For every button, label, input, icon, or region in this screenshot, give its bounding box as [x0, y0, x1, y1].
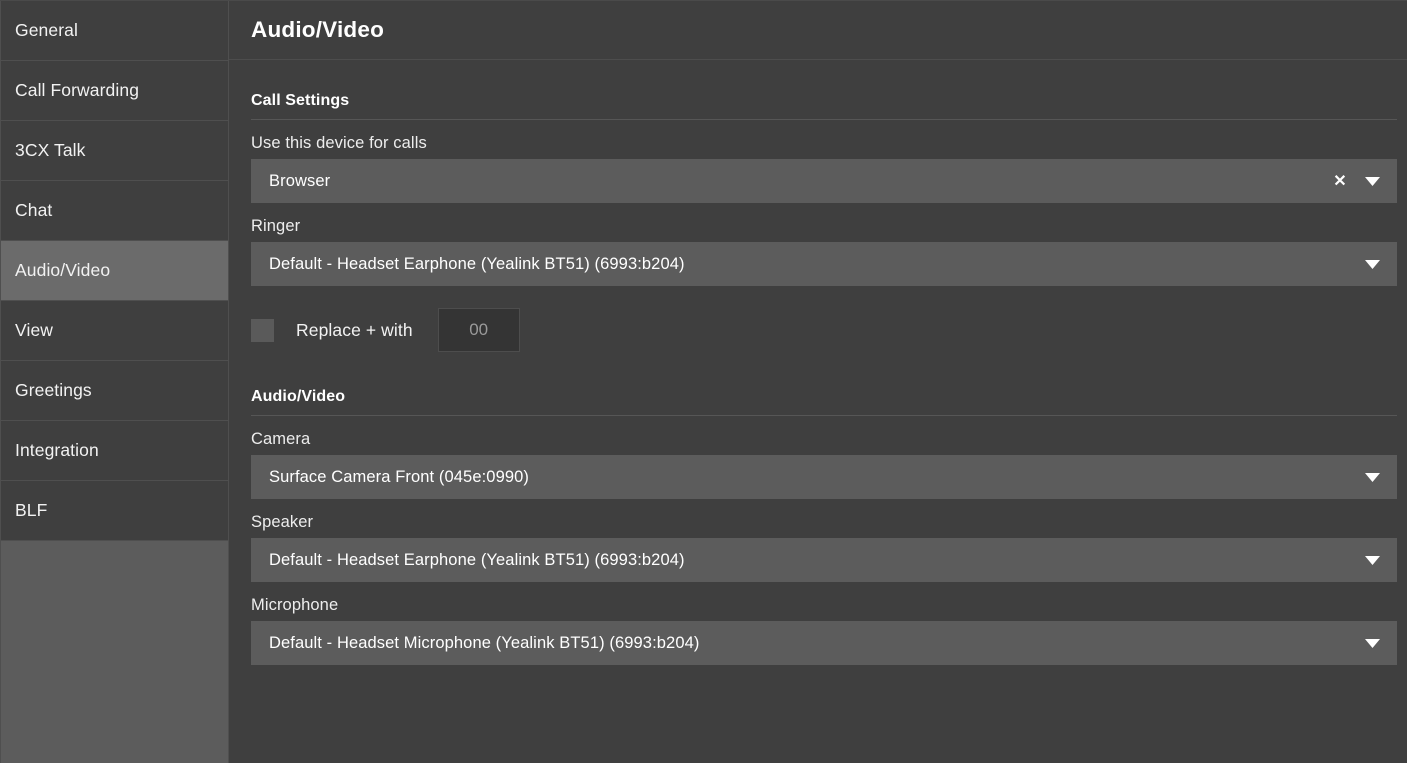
device-for-calls-select[interactable]: Browser ✕ [251, 159, 1397, 203]
sidebar-item-chat[interactable]: Chat [0, 181, 228, 241]
camera-value: Surface Camera Front (045e:0990) [269, 467, 529, 486]
sidebar-item-view[interactable]: View [0, 301, 228, 361]
device-for-calls-value: Browser [269, 171, 331, 190]
sidebar-item-label: Call Forwarding [15, 80, 140, 100]
camera-select[interactable]: Surface Camera Front (045e:0990) [251, 455, 1397, 499]
field-ringer: Ringer Default - Headset Earphone (Yeali… [251, 203, 1397, 286]
sidebar-item-label: General [15, 20, 78, 40]
close-x-icon[interactable]: ✕ [1327, 159, 1353, 203]
chevron-down-icon[interactable] [1359, 159, 1385, 203]
sidebar-empty-area [0, 541, 228, 763]
sidebar-item-audio-video[interactable]: Audio/Video [0, 241, 228, 301]
replace-plus-checkbox[interactable] [251, 318, 274, 342]
sidebar-item-call-forwarding[interactable]: Call Forwarding [0, 61, 228, 121]
sidebar-item-label: 3CX Talk [15, 140, 86, 160]
field-label: Camera [251, 430, 311, 448]
speaker-value: Default - Headset Earphone (Yealink BT51… [269, 550, 685, 569]
field-speaker: Speaker Default - Headset Earphone (Yeal… [251, 499, 1397, 582]
section-heading-call-settings: Call Settings [251, 60, 1397, 120]
section-heading-audio-video: Audio/Video [251, 356, 1397, 416]
sidebar-item-label: BLF [15, 500, 48, 520]
ringer-select[interactable]: Default - Headset Earphone (Yealink BT51… [251, 242, 1397, 286]
sidebar-item-label: View [15, 320, 54, 340]
settings-panel: Call Settings Use this device for calls … [229, 60, 1407, 665]
sidebar-item-label: Chat [15, 200, 53, 220]
chevron-down-icon[interactable] [1359, 242, 1385, 286]
sidebar-item-label: Integration [15, 440, 99, 460]
chevron-down-icon[interactable] [1359, 538, 1385, 582]
sidebar-item-label: Audio/Video [15, 260, 111, 280]
field-label: Ringer [251, 217, 301, 235]
chevron-down-icon[interactable] [1359, 455, 1385, 499]
field-label: Use this device for calls [251, 134, 427, 152]
replace-plus-input[interactable] [437, 308, 520, 352]
sidebar-item-integration[interactable]: Integration [0, 421, 228, 481]
settings-sidebar: General Call Forwarding 3CX Talk Chat Au… [0, 1, 229, 763]
sidebar-item-greetings[interactable]: Greetings [0, 361, 228, 421]
sidebar-item-blf[interactable]: BLF [0, 481, 228, 541]
speaker-select[interactable]: Default - Headset Earphone (Yealink BT51… [251, 538, 1397, 582]
settings-content: Audio/Video Call Settings Use this devic… [229, 1, 1407, 763]
chevron-down-icon[interactable] [1359, 621, 1385, 665]
sidebar-item-3cx-talk[interactable]: 3CX Talk [0, 121, 228, 181]
ringer-value: Default - Headset Earphone (Yealink BT51… [269, 254, 685, 273]
microphone-select[interactable]: Default - Headset Microphone (Yealink BT… [251, 621, 1397, 665]
field-label: Microphone [251, 596, 339, 614]
field-camera: Camera Surface Camera Front (045e:0990) [251, 416, 1397, 499]
microphone-value: Default - Headset Microphone (Yealink BT… [269, 633, 700, 652]
replace-plus-row: Replace + with [251, 286, 1397, 356]
settings-window: General Call Forwarding 3CX Talk Chat Au… [0, 0, 1407, 763]
field-microphone: Microphone Default - Headset Microphone … [251, 582, 1397, 665]
page-title: Audio/Video [251, 17, 385, 42]
sidebar-item-label: Greetings [15, 380, 92, 400]
sidebar-item-general[interactable]: General [0, 1, 228, 61]
field-label: Speaker [251, 513, 314, 531]
replace-plus-label: Replace + with [296, 319, 413, 340]
page-header: Audio/Video [229, 1, 1407, 60]
field-use-this-device-for-calls: Use this device for calls Browser ✕ [251, 120, 1397, 203]
